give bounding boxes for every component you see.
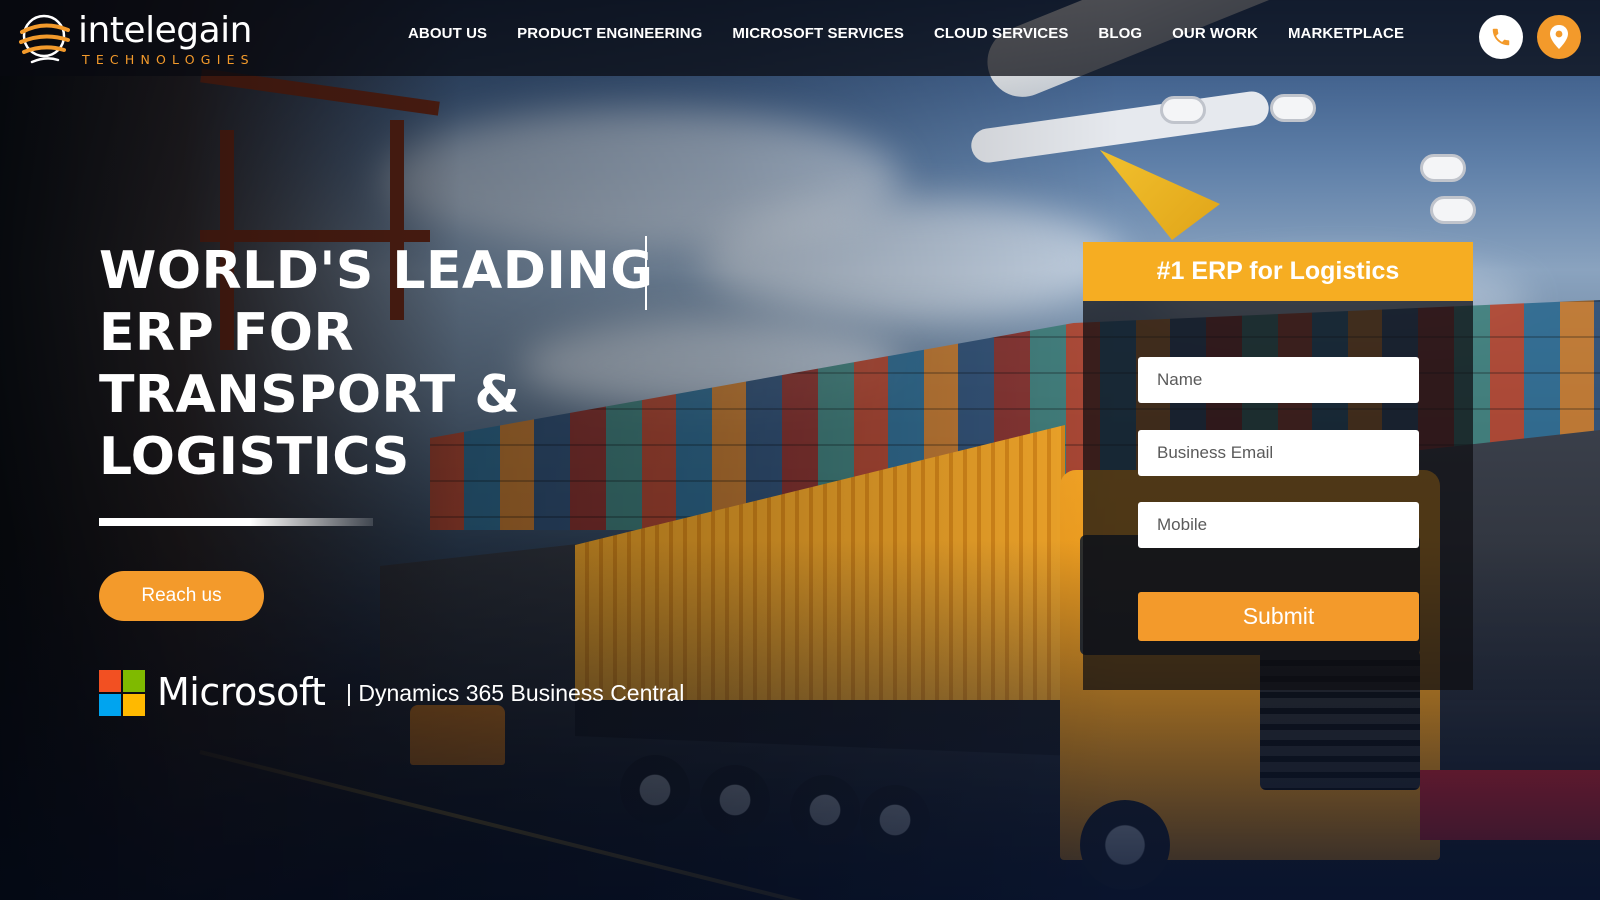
phone-button[interactable] xyxy=(1479,15,1523,59)
location-pin-icon xyxy=(1550,25,1568,49)
main-nav: ABOUT US PRODUCT ENGINEERING MICROSOFT S… xyxy=(408,25,1434,42)
headline-line: LOGISTICS xyxy=(99,427,410,487)
headline-underline xyxy=(99,518,373,526)
ms-logo-square-red xyxy=(99,670,121,692)
ms-logo-square-green xyxy=(123,670,145,692)
brand-tagline: TECHNOLOGIES xyxy=(82,52,255,67)
brand-name: intelegain xyxy=(78,10,252,51)
globe-swirl-icon xyxy=(19,14,70,64)
phone-icon xyxy=(1492,28,1510,46)
microsoft-logo-icon xyxy=(99,670,145,716)
name-input[interactable] xyxy=(1138,357,1419,403)
partner-name: Microsoft xyxy=(157,670,326,714)
brand-logo[interactable]: intelegain TECHNOLOGIES xyxy=(16,8,266,68)
nav-item-microsoft-services[interactable]: MICROSOFT SERVICES xyxy=(732,25,904,42)
headline-line: WORLD'S LEADING xyxy=(99,241,654,301)
nav-item-blog[interactable]: BLOG xyxy=(1098,25,1142,42)
location-button[interactable] xyxy=(1537,15,1581,59)
mobile-input[interactable] xyxy=(1138,502,1419,548)
site-header: intelegain TECHNOLOGIES ABOUT US PRODUCT… xyxy=(0,0,1600,76)
submit-button[interactable]: Submit xyxy=(1138,592,1419,641)
nav-item-about-us[interactable]: ABOUT US xyxy=(408,25,487,42)
nav-item-our-work[interactable]: OUR WORK xyxy=(1172,25,1258,42)
typing-cursor xyxy=(645,236,647,310)
headline-line: ERP FOR xyxy=(99,303,355,363)
form-title: #1 ERP for Logistics xyxy=(1083,242,1473,301)
nav-item-product-engineering[interactable]: PRODUCT ENGINEERING xyxy=(517,25,702,42)
ms-logo-square-yellow xyxy=(123,694,145,716)
headline-line: TRANSPORT & xyxy=(99,365,521,425)
reach-us-button[interactable]: Reach us xyxy=(99,571,264,621)
ms-logo-square-blue xyxy=(99,694,121,716)
nav-item-marketplace[interactable]: MARKETPLACE xyxy=(1288,25,1404,42)
business-email-input[interactable] xyxy=(1138,430,1419,476)
partner-product: | Dynamics 365 Business Central xyxy=(346,680,685,706)
nav-item-cloud-services[interactable]: CLOUD SERVICES xyxy=(934,25,1068,42)
lead-form: #1 ERP for Logistics Submit xyxy=(1083,242,1473,690)
hero-headline: WORLD'S LEADING ERP FOR TRANSPORT & LOGI… xyxy=(99,240,659,488)
